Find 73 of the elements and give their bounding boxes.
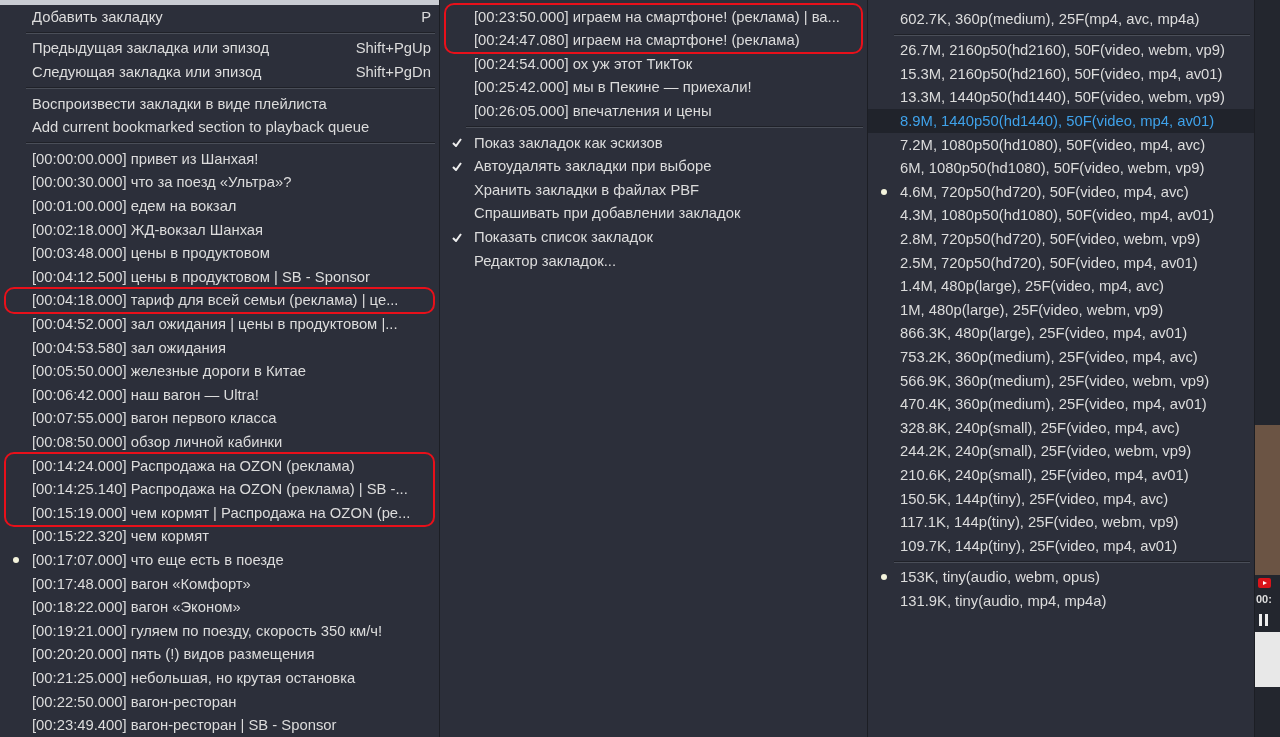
menu-item[interactable]: [00:08:50.000] обзор личной кабинки <box>0 430 439 454</box>
time-label: 00: <box>1256 592 1272 607</box>
menu-item[interactable]: Показ закладок как эскизов <box>440 130 867 155</box>
shortcut-label: Shift+PgUp <box>355 39 432 59</box>
menu-item[interactable]: Предыдущая закладка или эпизод Shift+PgUp <box>0 36 439 61</box>
menu-item[interactable]: 566.9K, 360p(medium), 25F(video, webm, vp9) <box>868 368 1254 393</box>
menu-item[interactable]: [00:01:00.000] едем на вокзал <box>0 194 439 218</box>
menu-item[interactable]: 4.3M, 1080p50(hd1080), 50F(video, mp4, av01) <box>868 203 1254 228</box>
menu-item[interactable]: [00:00:00.000] привет из Шанхая! <box>0 147 439 171</box>
menu-item[interactable]: [00:23:50.000] играем на смартфоне! (реклама) | ва... <box>440 5 867 29</box>
menu-item[interactable]: Воспроизвести закладки в виде плейлиста <box>0 91 439 116</box>
menu-item[interactable]: [00:03:48.000] цены в продуктовом <box>0 241 439 266</box>
menu-item[interactable]: 150.5K, 144p(tiny), 25F(video, mp4, avc) <box>868 486 1254 511</box>
menu-item[interactable]: 117.1K, 144p(tiny), 25F(video, webm, vp9) <box>868 510 1254 535</box>
menu-item[interactable]: Показать список закладок <box>440 225 867 249</box>
menu-item[interactable]: 1M, 480p(large), 25F(video, webm, vp9) <box>868 298 1254 322</box>
menu-item[interactable]: 8.9M, 1440p50(hd1440), 50F(video, mp4, av01) <box>868 109 1254 133</box>
menu-item[interactable]: 2.8M, 720p50(hd720), 50F(video, webm, vp9) <box>868 227 1254 251</box>
menu-item[interactable]: [00:15:19.000] чем кормят | Распродажа на OZON (ре... <box>0 501 439 525</box>
menu-item[interactable]: [00:00:30.000] что за поезд «Ультра»? <box>0 170 439 195</box>
menu-item[interactable]: [00:04:18.000] тариф для всей семьи (реклама) | це... <box>0 288 439 313</box>
menu-item[interactable]: [00:05:50.000] железные дороги в Китае <box>0 359 439 384</box>
menu-item[interactable]: 2.5M, 720p50(hd720), 50F(video, mp4, av01) <box>868 250 1254 275</box>
menu-item[interactable]: 4.6M, 720p50(hd720), 50F(video, mp4, avc) <box>868 180 1254 204</box>
menu-item[interactable]: [00:26:05.000] впечатления и цены <box>440 99 867 123</box>
menu-item[interactable]: 244.2K, 240p(small), 25F(video, webm, vp9) <box>868 439 1254 464</box>
menu-item[interactable]: [00:21:25.000] небольшая, но крутая остановка <box>0 666 439 690</box>
menu-item[interactable]: Спрашивать при добавлении закладок <box>440 201 867 226</box>
menu-item[interactable]: Следующая закладка или эпизод Shift+PgDn <box>0 60 439 84</box>
menu-item[interactable]: 328.8K, 240p(small), 25F(video, mp4, avc) <box>868 416 1254 440</box>
menu-item[interactable]: [00:14:25.140] Распродажа на OZON (реклама) | SB -... <box>0 477 439 502</box>
menu-item[interactable]: [00:15:22.320] чем кормят <box>0 524 439 549</box>
menu-item[interactable]: 131.9K, tiny(audio, mp4, mp4a) <box>868 589 1254 613</box>
menu-item[interactable]: Автоудалять закладки при выборе <box>440 154 867 179</box>
menu-item[interactable]: [00:19:21.000] гуляем по поезду, скорость 350 км/ч! <box>0 619 439 643</box>
menu-item[interactable]: [00:14:24.000] Распродажа на OZON (реклама) <box>0 453 439 478</box>
menu-item[interactable]: 602.7K, 360p(medium), 25F(mp4, avc, mp4a) <box>868 7 1254 31</box>
menu-item[interactable]: 866.3K, 480p(large), 25F(video, mp4, av01) <box>868 321 1254 346</box>
menu-item[interactable]: [00:02:18.000] ЖД-вокзал Шанхая <box>0 217 439 242</box>
menu-item[interactable]: [00:22:50.000] вагон-ресторан <box>0 689 439 714</box>
menu-item[interactable]: 26.7M, 2160p50(hd2160), 50F(video, webm, vp9) <box>868 38 1254 63</box>
menu-item[interactable]: [00:04:53.580] зал ожидания <box>0 335 439 360</box>
menu-item[interactable]: 753.2K, 360p(medium), 25F(video, mp4, avc) <box>868 345 1254 369</box>
list-panel <box>1255 631 1280 687</box>
menu-item[interactable]: 109.7K, 144p(tiny), 25F(video, mp4, av01) <box>868 534 1254 558</box>
menu-item[interactable]: 210.6K, 240p(small), 25F(video, mp4, av01) <box>868 463 1254 487</box>
menu-item[interactable]: [00:24:54.000] ох уж этот ТикТок <box>440 52 867 76</box>
menu-item[interactable]: [00:23:49.400] вагон-ресторан | SB - Sponsor <box>0 713 439 737</box>
shortcut-label: P <box>421 7 432 27</box>
menu-item[interactable]: 13.3M, 1440p50(hd1440), 50F(video, webm, vp9) <box>868 85 1254 110</box>
menu-item[interactable]: [00:04:12.500] цены в продуктовом | SB - Sponsor <box>0 265 439 289</box>
menu-item[interactable]: 153K, tiny(audio, webm, opus) <box>868 565 1254 590</box>
menu-item[interactable]: [00:17:07.000] что еще есть в поезде <box>0 548 439 572</box>
menu-item[interactable]: 6M, 1080p50(hd1080), 50F(video, webm, vp9) <box>868 156 1254 181</box>
menu-item[interactable]: 15.3M, 2160p50(hd2160), 50F(video, mp4, av01) <box>868 62 1254 86</box>
menu-item[interactable]: 7.2M, 1080p50(hd1080), 50F(video, mp4, avc) <box>868 132 1254 157</box>
menu-item[interactable]: Добавить закладку P <box>0 5 439 29</box>
menu-item[interactable]: [00:18:22.000] вагон «Эконом» <box>0 595 439 620</box>
menu-item[interactable]: 470.4K, 360p(medium), 25F(video, mp4, av01) <box>868 392 1254 417</box>
menu-item[interactable]: [00:06:42.000] наш вагон — Ultra! <box>0 383 439 407</box>
menu-item[interactable]: [00:20:20.000] пять (!) видов размещения <box>0 642 439 667</box>
shortcut-label: Shift+PgDn <box>355 63 432 83</box>
menu-item[interactable]: Хранить закладки в файлах PBF <box>440 178 867 202</box>
menu-item[interactable]: [00:24:47.080] играем на смартфоне! (реклама) <box>440 28 867 53</box>
play-logo-icon <box>1258 578 1271 588</box>
menu-item[interactable]: Редактор закладок... <box>440 248 867 273</box>
menu-item[interactable]: 1.4M, 480p(large), 25F(video, mp4, avc) <box>868 274 1254 299</box>
menu-item[interactable]: [00:17:48.000] вагон «Комфорт» <box>0 571 439 596</box>
pause-icon <box>1259 613 1268 626</box>
menu-item[interactable]: Add current bookmarked section to playback queue <box>0 115 439 140</box>
menu-item[interactable]: [00:25:42.000] мы в Пекине — приехали! <box>440 75 867 100</box>
menu-item[interactable]: [00:07:55.000] вагон первого класса <box>0 406 439 431</box>
menu-item[interactable]: [00:04:52.000] зал ожидания | цены в продуктовом |... <box>0 312 439 336</box>
